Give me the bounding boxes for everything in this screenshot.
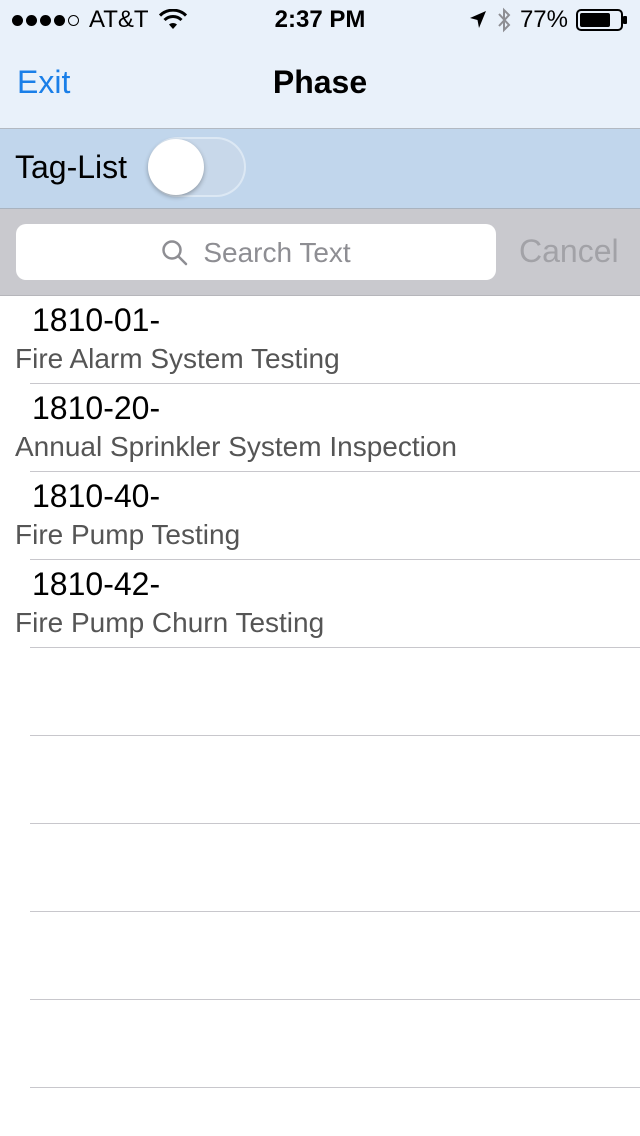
empty-row (0, 1000, 640, 1088)
row-separator (30, 1087, 640, 1088)
empty-row (0, 912, 640, 1000)
navigation-bar: Exit Phase (0, 40, 640, 129)
phase-description: Fire Pump Churn Testing (15, 607, 325, 638)
phase-list: 1810-01- Fire Alarm System Testing 1810-… (0, 296, 640, 1088)
list-item[interactable]: 1810-20- Annual Sprinkler System Inspect… (0, 384, 640, 472)
phase-code: 1810-01- (32, 302, 161, 338)
empty-row (0, 824, 640, 912)
page-title: Phase (272, 64, 368, 100)
list-item[interactable]: 1810-42- Fire Pump Churn Testing (0, 560, 640, 648)
phase-description: Fire Alarm System Testing (15, 343, 340, 374)
search-bar: Search Text Cancel (0, 209, 640, 296)
list-item[interactable]: 1810-40- Fire Pump Testing (0, 472, 640, 560)
search-icon (162, 240, 188, 266)
toggle-knob (148, 139, 204, 195)
bluetooth-icon (498, 7, 511, 33)
search-input[interactable]: Search Text (16, 224, 496, 280)
phase-code: 1810-40- (32, 478, 161, 514)
tag-list-bar: Tag-List (0, 129, 640, 209)
tag-list-toggle[interactable] (148, 137, 246, 197)
list-item[interactable]: 1810-01- Fire Alarm System Testing (0, 296, 640, 384)
location-arrow-icon (469, 11, 486, 28)
empty-row (0, 736, 640, 824)
battery-icon (576, 9, 627, 31)
empty-row (0, 648, 640, 736)
cancel-button[interactable]: Cancel (519, 233, 619, 270)
battery-percentage: 77% (519, 6, 568, 33)
phase-description: Fire Pump Testing (15, 519, 241, 550)
phase-description: Annual Sprinkler System Inspection (15, 431, 457, 462)
phase-code: 1810-20- (32, 390, 161, 426)
tag-list-label: Tag-List (15, 149, 128, 185)
status-bar: AT&T 2:37 PM 77% (0, 0, 640, 40)
search-placeholder: Search Text (203, 237, 351, 268)
phase-code: 1810-42- (32, 566, 161, 602)
status-right: 77% (468, 6, 628, 34)
